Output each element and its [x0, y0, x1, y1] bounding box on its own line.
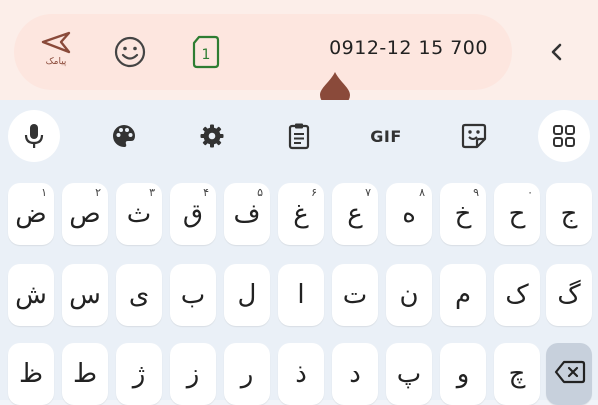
key-label: گ	[557, 280, 581, 310]
key[interactable]: ج	[546, 183, 592, 245]
send-icon	[41, 31, 71, 54]
key[interactable]: ۲ص	[62, 183, 108, 245]
keyboard-toolbar: GIF	[0, 100, 598, 170]
key[interactable]: ۷ع	[332, 183, 378, 245]
key[interactable]: ن	[386, 264, 432, 326]
key[interactable]: ۶غ	[278, 183, 324, 245]
settings-button[interactable]	[186, 110, 238, 162]
key[interactable]: ب	[170, 264, 216, 326]
key[interactable]: ر	[224, 343, 270, 405]
key[interactable]: ل	[224, 264, 270, 326]
sim-number: 1	[202, 47, 211, 63]
chevron-left-icon	[551, 43, 562, 61]
grid-icon	[553, 125, 575, 147]
palette-icon	[113, 125, 135, 147]
key-label: ی	[128, 280, 150, 310]
key-label: ث	[126, 199, 152, 229]
key[interactable]: س	[62, 264, 108, 326]
backspace-key[interactable]	[546, 343, 592, 405]
emoji-button[interactable]	[112, 34, 148, 70]
key[interactable]: ۳ث	[116, 183, 162, 245]
key[interactable]: چ	[494, 343, 540, 405]
sticker-icon	[461, 123, 487, 149]
key[interactable]: ۰ح	[494, 183, 540, 245]
backspace-icon	[554, 360, 586, 384]
key[interactable]: پ	[386, 343, 432, 405]
key[interactable]: د	[332, 343, 378, 405]
key-label: س	[69, 280, 101, 310]
clipboard-button[interactable]	[273, 110, 325, 162]
key[interactable]: ت	[332, 264, 378, 326]
key-label: ط	[72, 359, 98, 389]
key[interactable]: و	[440, 343, 486, 405]
apps-grid-button[interactable]	[538, 110, 590, 162]
key-label: ه	[402, 199, 416, 229]
key-label: ش	[15, 280, 47, 310]
key[interactable]: گ	[546, 264, 592, 326]
key-label: خ	[454, 199, 472, 229]
key[interactable]: ز	[170, 343, 216, 405]
key[interactable]: ۸ه	[386, 183, 432, 245]
key-label: ذ	[295, 359, 307, 389]
key[interactable]: ی	[116, 264, 162, 326]
key-label: ظ	[18, 359, 44, 389]
gear-icon	[200, 124, 224, 148]
key[interactable]: ک	[494, 264, 540, 326]
sim-card-icon: 1	[192, 35, 220, 69]
sim-selector-button[interactable]: 1	[190, 34, 222, 70]
key-label: ک	[505, 280, 529, 310]
key[interactable]: ۴ق	[170, 183, 216, 245]
recipient-phone-number[interactable]: 0912-12 15 700	[329, 34, 488, 62]
key[interactable]: ا	[278, 264, 324, 326]
key[interactable]: ۵ف	[224, 183, 270, 245]
key[interactable]: ط	[62, 343, 108, 405]
key-label: ج	[560, 199, 578, 229]
key-label: ن	[399, 280, 419, 310]
key-label: چ	[508, 359, 526, 389]
key-label: ض	[15, 199, 47, 229]
smiley-icon	[114, 36, 146, 68]
key-label: د	[349, 359, 361, 389]
compose-bar: پیامک 1 0912-12 15 700	[0, 0, 598, 107]
send-label: پیامک	[45, 57, 67, 67]
key[interactable]: ۱ض	[8, 183, 54, 245]
back-button[interactable]	[546, 40, 568, 64]
key[interactable]: م	[440, 264, 486, 326]
key-label: ق	[182, 199, 204, 229]
key[interactable]: ذ	[278, 343, 324, 405]
key-label: ز	[186, 359, 200, 389]
key-label: ف	[233, 199, 261, 229]
voice-input-button[interactable]	[8, 110, 60, 162]
key-label: غ	[293, 199, 309, 229]
key-label: ژ	[132, 359, 146, 389]
key-label: ب	[180, 280, 206, 310]
clipboard-icon	[288, 123, 310, 150]
key-label: م	[454, 280, 472, 310]
key[interactable]: ۹خ	[440, 183, 486, 245]
gif-label: GIF	[370, 126, 402, 146]
key[interactable]: ژ	[116, 343, 162, 405]
key[interactable]: ظ	[8, 343, 54, 405]
key-label: ع	[347, 199, 363, 229]
key-label: ت	[342, 280, 368, 310]
key-label: ا	[297, 280, 305, 310]
send-sms-button[interactable]: پیامک	[34, 30, 78, 74]
mic-icon	[24, 124, 44, 148]
sticker-button[interactable]	[448, 110, 500, 162]
key-label: و	[456, 359, 470, 389]
gif-button[interactable]: GIF	[360, 110, 412, 162]
key-label: ص	[69, 199, 101, 229]
key-label: پ	[396, 359, 422, 389]
key-label: ر	[240, 359, 254, 389]
key-label: ح	[508, 199, 526, 229]
key[interactable]: ش	[8, 264, 54, 326]
theme-button[interactable]	[98, 110, 150, 162]
key-label: ل	[237, 280, 257, 310]
